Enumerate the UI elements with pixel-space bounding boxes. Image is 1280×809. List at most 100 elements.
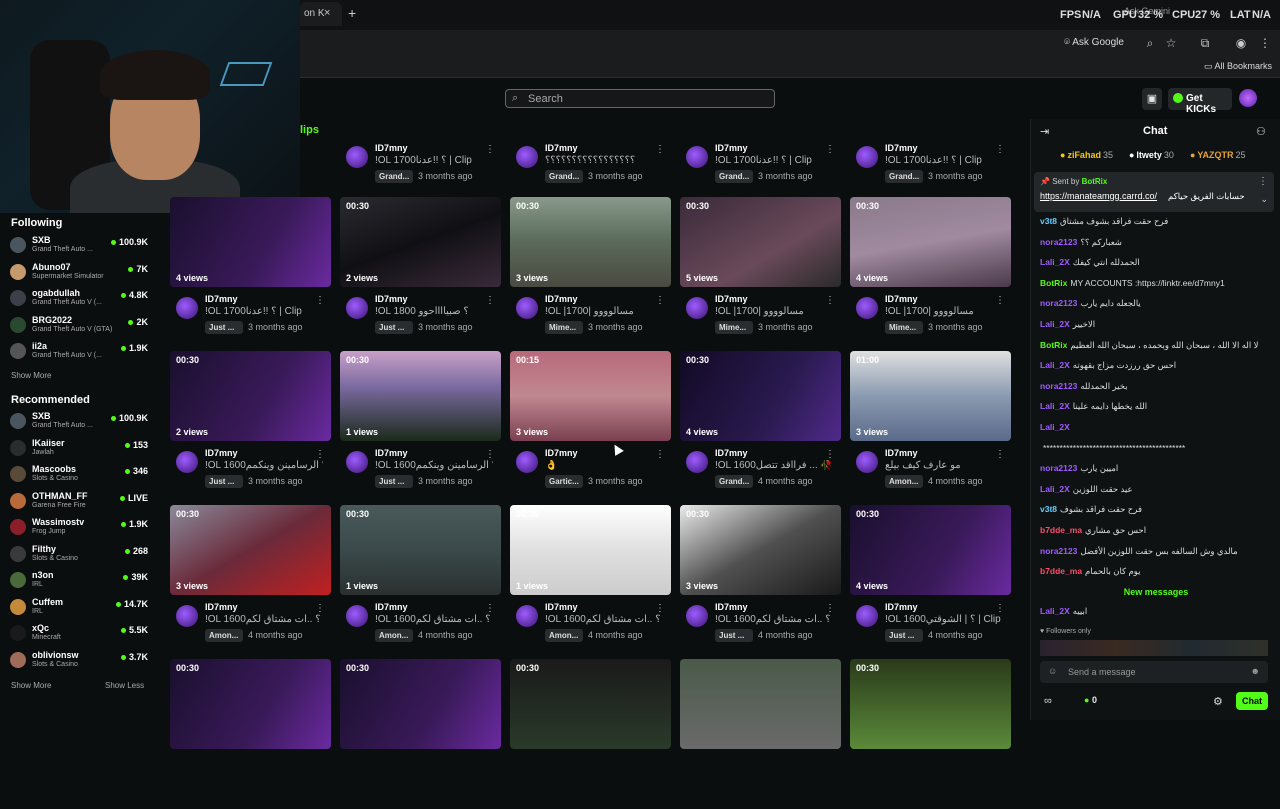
tab-clips[interactable]: lips — [300, 124, 319, 136]
clip-title[interactable]: !OL |1700| مسالوووو — [715, 306, 833, 317]
clip-title[interactable]: !OL 1600؟ ..ات مشتاق لكم — [545, 614, 663, 625]
clip-thumbnail[interactable]: 00:15 3 views — [510, 351, 671, 441]
sidebar-channel[interactable]: n3on IRL 39K — [10, 570, 148, 594]
profile-icon[interactable]: ◉ — [1232, 34, 1250, 52]
more-options-icon[interactable]: ⋮ — [825, 295, 835, 306]
creator-avatar[interactable] — [856, 451, 878, 473]
get-kicks-button[interactable]: Get KICKs — [1168, 88, 1232, 115]
creator-name[interactable]: ID7mny — [885, 294, 918, 304]
category-badge[interactable]: Gartic... — [545, 475, 583, 488]
clip-card[interactable]: 00:30 1 views ID7mny !OL 1600؟ ..ات مشتا… — [510, 505, 671, 655]
creator-name[interactable]: ID7mny — [205, 448, 238, 458]
clip-title[interactable]: !OL 1600؟ الرسامينن وينكمم — [205, 460, 323, 471]
category-badge[interactable]: Amon... — [375, 629, 413, 642]
more-options-icon[interactable]: ⋮ — [315, 603, 325, 614]
chat-username[interactable]: nora2123 — [1040, 381, 1077, 391]
creator-avatar[interactable] — [346, 451, 368, 473]
user-list-icon[interactable]: ⚇ — [1256, 125, 1266, 138]
category-badge[interactable]: Mime... — [885, 321, 923, 334]
sidebar-channel[interactable]: oblivionsw Slots & Casino 3.7K — [10, 650, 148, 674]
clip-thumbnail[interactable]: 00:30 3 views — [680, 505, 841, 595]
clip-card[interactable] — [680, 659, 841, 809]
clip-card[interactable]: ID7mny !OL 1700؟ !!عدنا | Clip Grand... … — [340, 46, 501, 196]
chat-username[interactable]: v3t8 — [1040, 216, 1057, 226]
category-badge[interactable]: Amon... — [545, 629, 583, 642]
chat-username[interactable]: nora2123 — [1040, 298, 1077, 308]
gifter[interactable]: ● ltwety 30 — [1129, 150, 1182, 160]
chat-username[interactable]: nora2123 — [1040, 237, 1077, 247]
chat-username[interactable]: Lali_2X — [1040, 360, 1070, 370]
creator-avatar[interactable] — [686, 605, 708, 627]
collapse-chat-icon[interactable]: ⇥ — [1040, 125, 1049, 138]
chat-username[interactable]: nora2123 — [1040, 546, 1077, 556]
show-more-recommended[interactable]: Show More — [11, 681, 51, 690]
chat-username[interactable]: BotRix — [1040, 278, 1067, 288]
chat-username[interactable]: b7dde_ma — [1040, 566, 1082, 576]
more-options-icon[interactable]: ⋮ — [995, 449, 1005, 460]
clip-card[interactable]: 00:30 — [170, 659, 331, 809]
pinned-link[interactable]: https://manateamgg.carrd.co/ — [1040, 191, 1157, 201]
clip-thumbnail[interactable]: 00:30 2 views — [170, 351, 331, 441]
creator-name[interactable]: ID7mny — [715, 602, 748, 612]
ask-google-button[interactable]: ⌾ Ask Google — [1064, 34, 1124, 52]
new-messages-divider[interactable]: New messages — [1040, 587, 1272, 597]
emote-strip[interactable] — [1040, 640, 1268, 656]
clip-card[interactable]: 00:15 3 views ID7mny 👌 Gartic... 3 month… — [510, 351, 671, 501]
star-icon[interactable]: ☆ — [1162, 34, 1180, 52]
extensions-icon[interactable]: ⧉ — [1196, 34, 1214, 52]
sidebar-channel[interactable]: Filthy Slots & Casino 268 — [10, 544, 148, 568]
clip-title[interactable]: !OL 1600؟ ..ات مشتاق لكم — [715, 614, 833, 625]
clip-card[interactable]: 00:30 1 views ID7mny !OL 1600؟ الرسامينن… — [340, 351, 501, 501]
clip-title[interactable]: مو عارف كيف بيلع — [885, 460, 1003, 471]
chat-username[interactable]: v3t8 — [1040, 504, 1057, 514]
clip-card[interactable]: 00:30 — [510, 659, 671, 809]
chat-username[interactable]: Lali_2X — [1040, 401, 1070, 411]
chat-username[interactable]: Lali_2X — [1040, 606, 1070, 616]
category-badge[interactable]: Grand... — [715, 170, 753, 183]
wallet-icon[interactable]: ▣ — [1142, 88, 1162, 110]
sidebar-channel[interactable]: ogabdullah Grand Theft Auto V (... 4.8K — [10, 288, 148, 312]
clip-card[interactable]: 4 views ID7mny !OL 1700؟ !!عدنا | Clip J… — [170, 197, 331, 347]
clip-thumbnail[interactable]: 00:30 3 views — [510, 197, 671, 287]
clip-card[interactable]: 00:30 3 views ID7mny !OL 1600؟ ..ات مشتا… — [680, 505, 841, 655]
clip-card[interactable]: ID7mny !OL 1700؟ !!عدنا | Clip Grand... … — [680, 46, 841, 196]
send-chat-button[interactable]: Chat — [1236, 692, 1268, 710]
more-options-icon[interactable]: ⋮ — [485, 449, 495, 460]
clip-thumbnail[interactable] — [680, 659, 841, 749]
chat-username[interactable]: nora2123 — [1040, 463, 1077, 473]
creator-avatar[interactable] — [176, 605, 198, 627]
creator-name[interactable]: ID7mny — [715, 294, 748, 304]
category-badge[interactable]: Amon... — [885, 475, 923, 488]
clip-title[interactable]: 👌 — [545, 460, 663, 471]
creator-avatar[interactable] — [856, 605, 878, 627]
category-badge[interactable]: Mime... — [545, 321, 583, 334]
clip-thumbnail[interactable]: 01:00 3 views — [850, 351, 1011, 441]
more-options-icon[interactable]: ⋮ — [825, 603, 835, 614]
creator-name[interactable]: ID7mny — [205, 294, 238, 304]
category-badge[interactable]: Mime... — [715, 321, 753, 334]
creator-avatar[interactable] — [516, 605, 538, 627]
chat-input[interactable]: ☺ Send a message ☻ — [1040, 661, 1268, 683]
sidebar-channel[interactable]: SXB Grand Theft Auto ... 100.9K — [10, 411, 148, 435]
creator-avatar[interactable] — [176, 451, 198, 473]
clip-thumbnail[interactable]: 00:30 1 views — [340, 505, 501, 595]
emoji-icon[interactable]: ☻ — [1251, 666, 1260, 676]
more-options-icon[interactable]: ⋮ — [315, 449, 325, 460]
more-options-icon[interactable]: ⋮ — [995, 144, 1005, 155]
clip-card[interactable]: 00:30 3 views ID7mny !OL 1600؟ ..ات مشتا… — [170, 505, 331, 655]
clip-card[interactable]: ID7mny !OL 1700؟ !!عدنا | Clip Grand... … — [850, 46, 1011, 196]
clip-thumbnail[interactable]: 00:30 4 views — [680, 351, 841, 441]
clip-card[interactable]: 01:00 3 views ID7mny مو عارف كيف بيلع Am… — [850, 351, 1011, 501]
clip-title[interactable]: !OL 1600؟ ..ات مشتاق لكم — [205, 614, 323, 625]
chat-username[interactable]: Lali_2X — [1040, 319, 1070, 329]
clip-card[interactable]: ID7mny ؟؟؟؟؟؟؟؟؟؟؟؟؟؟؟؟؟ Grand... 3 mont… — [510, 46, 671, 196]
clip-card[interactable]: 00:30 2 views ID7mny !OL 1600؟ الرسامينن… — [170, 351, 331, 501]
show-less[interactable]: Show Less — [105, 681, 144, 690]
clip-card[interactable]: 00:30 1 views ID7mny !OL 1600؟ ..ات مشتا… — [340, 505, 501, 655]
sidebar-channel[interactable]: Mascoobs Slots & Casino 346 — [10, 464, 148, 488]
clip-card[interactable]: 00:30 4 views ID7mny !OL 1600؟ | الشوقتي… — [850, 505, 1011, 655]
clip-card[interactable]: 00:30 — [850, 659, 1011, 809]
more-options-icon[interactable]: ⋮ — [655, 144, 665, 155]
clip-card[interactable]: 00:30 2 views ID7mny !OL 1800 ؟ صبيااااح… — [340, 197, 501, 347]
settings-icon[interactable]: ⚙ — [1213, 695, 1223, 708]
